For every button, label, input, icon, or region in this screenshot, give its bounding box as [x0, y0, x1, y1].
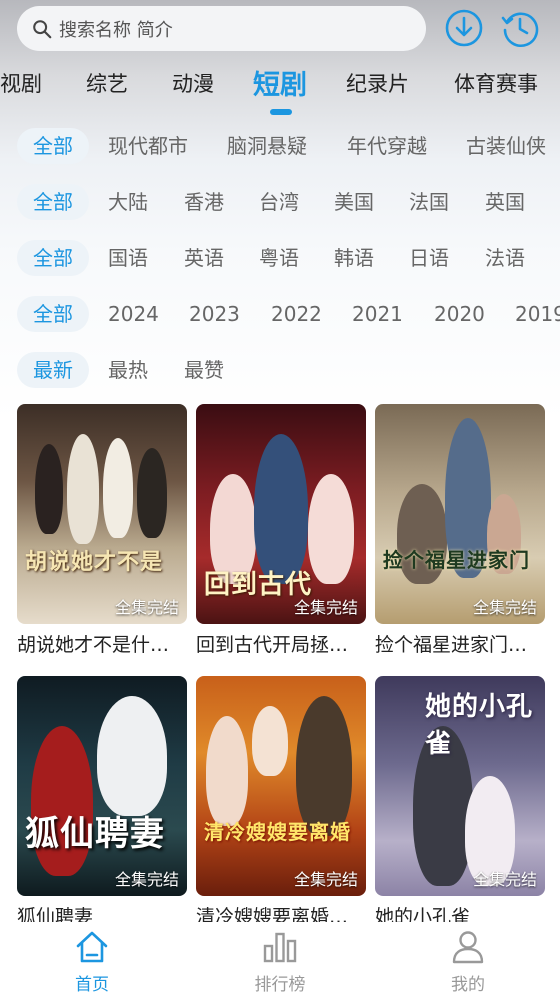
language-chip[interactable]: 日语 — [409, 240, 449, 276]
status-badge: 全集完结 — [293, 598, 358, 617]
drama-title: 回到古代开局拯… — [196, 634, 349, 656]
drama-poster: 捡个福星进家门 全集完结 — [375, 404, 545, 624]
poster-title-text: 胡说她才不是 — [25, 550, 164, 575]
category-tabs: 视剧 综艺 动漫 短剧 纪录片 体育赛事 — [0, 60, 560, 116]
language-chip[interactable]: 韩语 — [334, 240, 374, 276]
drama-card[interactable]: 回到古代 全集完结 回到古代开局拯… — [196, 404, 366, 657]
poster-title-text: 她的小孔雀 — [425, 692, 534, 759]
poster-title-text: 狐仙聘妻 — [25, 814, 165, 854]
region-chip[interactable]: 香港 — [184, 184, 224, 220]
year-chip-all[interactable]: 全部 — [17, 296, 89, 332]
tab-documentary[interactable]: 纪录片 — [346, 68, 409, 98]
drama-card[interactable]: 狐仙聘妻 全集完结 狐仙聘妻 — [17, 676, 187, 929]
search-icon — [33, 19, 52, 38]
nav-profile-label: 我的 — [451, 975, 485, 994]
home-icon — [76, 931, 108, 963]
year-chip[interactable]: 2022 — [271, 296, 322, 332]
year-chip[interactable]: 2024 — [108, 296, 159, 332]
drama-poster: 她的小孔雀 全集完结 — [375, 676, 545, 896]
language-chip-all[interactable]: 全部 — [17, 240, 89, 276]
genre-chip[interactable]: 脑洞悬疑 — [227, 128, 307, 164]
nav-ranking[interactable]: 排行榜 — [240, 928, 320, 994]
language-chip[interactable]: 英语 — [184, 240, 224, 276]
status-badge: 全集完结 — [114, 870, 179, 889]
nav-profile[interactable]: 我的 — [428, 928, 508, 994]
nav-home[interactable]: 首页 — [52, 928, 132, 994]
drama-poster: 狐仙聘妻 全集完结 — [17, 676, 187, 896]
sort-chip-latest[interactable]: 最新 — [17, 352, 89, 388]
region-chip[interactable]: 大陆 — [108, 184, 148, 220]
drama-card[interactable]: 捡个福星进家门 全集完结 捡个福星进家门… — [375, 404, 545, 657]
tab-variety[interactable]: 综艺 — [86, 68, 128, 98]
poster-title-text: 捡个福星进家门 — [383, 548, 530, 572]
drama-poster: 清冷嫂嫂要离婚 全集完结 — [196, 676, 366, 896]
drama-title: 胡说她才不是什… — [17, 634, 170, 656]
language-filter-row: 全部 国语 英语 粤语 韩语 日语 法语 — [0, 236, 560, 280]
genre-filter-row: 全部 现代都市 脑洞悬疑 年代穿越 古装仙侠 — [0, 124, 560, 168]
tab-tv[interactable]: 视剧 — [0, 68, 42, 98]
drama-card[interactable]: 清冷嫂嫂要离婚 全集完结 清冷嫂嫂要离婚… — [196, 676, 366, 929]
drama-poster: 回到古代 全集完结 — [196, 404, 366, 624]
region-chip[interactable]: 英国 — [485, 184, 525, 220]
sort-chip-hottest[interactable]: 最热 — [108, 352, 148, 388]
region-chip-all[interactable]: 全部 — [17, 184, 89, 220]
year-chip[interactable]: 2023 — [189, 296, 240, 332]
region-filter-row: 全部 大陆 香港 台湾 美国 法国 英国 — [0, 180, 560, 224]
status-badge: 全集完结 — [472, 598, 537, 617]
status-badge: 全集完结 — [293, 870, 358, 889]
drama-card[interactable]: 胡说她才不是 全集完结 胡说她才不是什… — [17, 404, 187, 657]
profile-icon — [452, 931, 484, 964]
sort-filter-row: 最新 最热 最赞 — [0, 348, 560, 392]
poster-title-text: 清冷嫂嫂要离婚 — [204, 820, 351, 844]
nav-ranking-label: 排行榜 — [254, 975, 306, 994]
genre-chip[interactable]: 现代都市 — [108, 128, 188, 164]
tab-anime[interactable]: 动漫 — [172, 68, 214, 98]
search-placeholder: 搜索名称 简介 — [59, 19, 173, 41]
region-chip[interactable]: 台湾 — [259, 184, 299, 220]
year-filter-row: 全部 2024 2023 2022 2021 2020 2019 — [0, 292, 560, 336]
genre-chip-all[interactable]: 全部 — [17, 128, 89, 164]
region-chip[interactable]: 美国 — [334, 184, 374, 220]
ranking-icon — [263, 932, 297, 963]
nav-home-label: 首页 — [75, 975, 109, 994]
top-bar: 搜索名称 简介 — [0, 0, 560, 56]
year-chip[interactable]: 2020 — [434, 296, 485, 332]
tab-short-drama[interactable]: 短剧 — [253, 63, 307, 102]
history-icon[interactable] — [500, 8, 540, 48]
sort-chip-most-liked[interactable]: 最赞 — [184, 352, 224, 388]
genre-chip[interactable]: 年代穿越 — [347, 128, 427, 164]
status-badge: 全集完结 — [472, 870, 537, 889]
download-icon[interactable] — [444, 8, 484, 48]
region-chip[interactable]: 法国 — [409, 184, 449, 220]
language-chip[interactable]: 法语 — [485, 240, 525, 276]
drama-card[interactable]: 她的小孔雀 全集完结 她的小孔雀 — [375, 676, 545, 929]
year-chip[interactable]: 2019 — [515, 296, 560, 332]
language-chip[interactable]: 粤语 — [259, 240, 299, 276]
status-badge: 全集完结 — [114, 598, 179, 617]
bottom-navigation: 首页 排行榜 我的 — [0, 922, 560, 994]
tab-sports[interactable]: 体育赛事 — [454, 68, 538, 98]
search-input[interactable]: 搜索名称 简介 — [17, 6, 426, 51]
language-chip[interactable]: 国语 — [108, 240, 148, 276]
year-chip[interactable]: 2021 — [352, 296, 403, 332]
drama-title: 捡个福星进家门… — [375, 634, 528, 656]
genre-chip[interactable]: 古装仙侠 — [466, 128, 546, 164]
drama-poster: 胡说她才不是 全集完结 — [17, 404, 187, 624]
active-tab-indicator — [270, 109, 292, 115]
